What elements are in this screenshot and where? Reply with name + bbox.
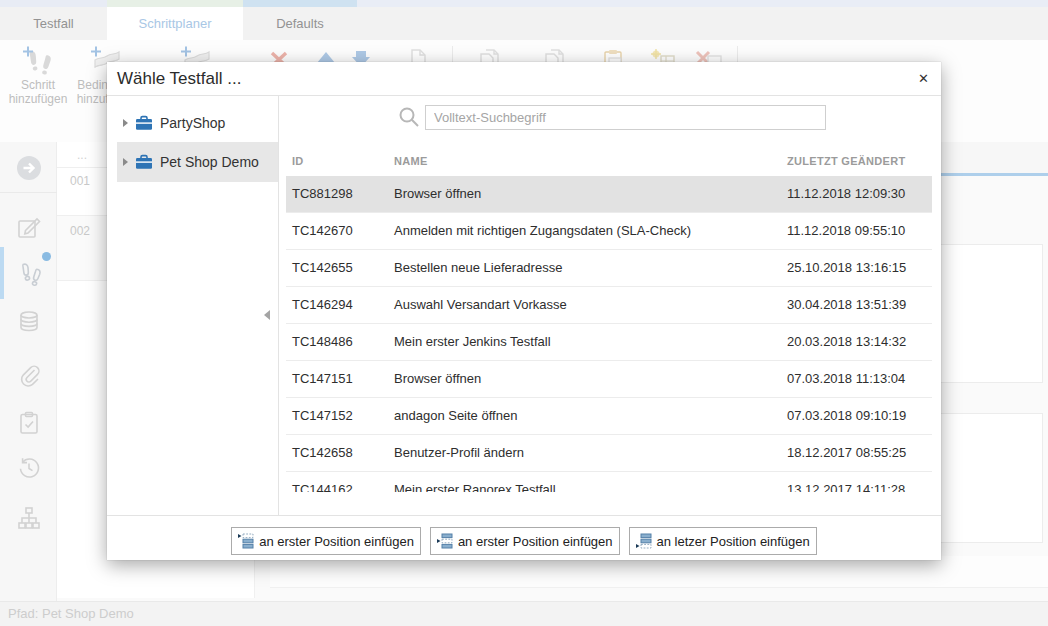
insert-last-position-button[interactable]: an letzer Position einfügen	[629, 527, 817, 555]
table-row[interactable]: TC144162Mein erster Ranorex Testfall13.1…	[286, 472, 932, 492]
status-bar: Pfad: Pet Shop Demo	[0, 601, 1048, 626]
search-icon	[398, 106, 420, 128]
tree-item-petshopdemo[interactable]: Pet Shop Demo	[117, 142, 278, 182]
insert-first-position-button[interactable]: an erster Position einfügen	[231, 527, 421, 555]
insert-before-position-button[interactable]: an erster Position einfügen	[430, 527, 620, 555]
tab-bar: Testfall Schrittplaner Defaults	[0, 7, 1048, 40]
checklist-icon[interactable]	[16, 410, 42, 436]
left-sidebar	[0, 142, 57, 601]
caret-icon[interactable]	[123, 158, 128, 166]
tab-color-strip	[0, 0, 1048, 7]
toolbar-add-step-button[interactable]: Schritthinzufügen	[4, 40, 72, 106]
steps-icon[interactable]	[16, 260, 42, 286]
sidebar-active-indicator	[0, 247, 4, 299]
dialog-titlebar: Wähle Testfall ... ✕	[107, 62, 941, 96]
tab-color-testfall	[0, 0, 107, 7]
table-row[interactable]: TC142670Anmelden mit richtigen Zugangsda…	[286, 213, 932, 250]
attachment-icon[interactable]	[16, 362, 42, 388]
tab-schrittplaner[interactable]: Schrittplaner	[107, 7, 243, 40]
dialog-body: PartyShop Pet Shop Demo ID NAME ZULETZT …	[107, 96, 941, 515]
add-step-label: Schritthinzufügen	[4, 78, 72, 106]
table-row[interactable]: TC147152andagon Seite öffnen07.03.2018 0…	[286, 398, 932, 435]
close-icon[interactable]: ✕	[918, 71, 929, 86]
insert-bottom-icon	[636, 533, 652, 549]
tab-color-schrittplaner	[107, 0, 243, 7]
data-icon[interactable]	[16, 309, 42, 335]
tree-item-partyshop[interactable]: PartyShop	[117, 104, 278, 142]
status-path: Pfad: Pet Shop Demo	[8, 606, 134, 621]
insert-top-icon	[238, 533, 254, 549]
sidebar-divider	[0, 192, 57, 193]
table-row[interactable]: TC148486Mein erster Jenkins Testfall20.0…	[286, 324, 932, 361]
tab-color-defaults	[243, 0, 357, 7]
table-row[interactable]: TC146294Auswahl Versandart Vorkasse30.04…	[286, 287, 932, 324]
column-id: ID	[292, 147, 304, 176]
choose-testcase-dialog: Wähle Testfall ... ✕ PartyShop Pet Shop …	[107, 62, 941, 560]
briefcase-icon	[135, 115, 153, 131]
run-icon[interactable]	[16, 155, 42, 181]
tree-item-label: PartyShop	[160, 115, 225, 131]
testcase-table: TC881298Browser öffnen11.12.2018 12:09:3…	[286, 176, 932, 492]
insert-middle-icon	[437, 533, 453, 549]
tab-defaults-label: Defaults	[276, 16, 324, 31]
table-row[interactable]: TC142658Benutzer-Profil ändern18.12.2017…	[286, 435, 932, 472]
table-row[interactable]: TC147151Browser öffnen07.03.2018 11:13:0…	[286, 361, 932, 398]
tab-schrittplaner-label: Schrittplaner	[139, 16, 212, 31]
tree-item-label: Pet Shop Demo	[160, 154, 259, 170]
background-panel-footer	[270, 556, 1048, 588]
history-icon[interactable]	[16, 455, 42, 481]
tab-defaults[interactable]: Defaults	[243, 7, 357, 40]
table-row[interactable]: TC142655Bestellen neue Lieferadresse25.1…	[286, 250, 932, 287]
project-tree: PartyShop Pet Shop Demo	[107, 96, 279, 515]
caret-icon[interactable]	[123, 119, 128, 127]
briefcase-icon	[135, 154, 153, 170]
dialog-title: Wähle Testfall ...	[117, 69, 241, 89]
column-date: ZULETZT GEÄNDERT	[787, 147, 905, 176]
dialog-footer: an erster Position einfügen an erster Po…	[107, 515, 941, 560]
column-name: NAME	[394, 147, 428, 176]
tab-testfall-label: Testfall	[33, 16, 73, 31]
collapse-tree-icon[interactable]	[264, 310, 270, 320]
background-row-002: 002	[65, 224, 90, 238]
table-header: ID NAME ZULETZT GEÄNDERT	[286, 147, 932, 176]
search-input[interactable]	[425, 105, 826, 130]
app-window: Testfall Schrittplaner Defaults	[0, 0, 1048, 626]
hierarchy-icon[interactable]	[16, 505, 42, 531]
background-column-header: ...	[77, 148, 87, 162]
edit-icon[interactable]	[16, 215, 42, 241]
add-step-icon	[4, 40, 72, 78]
tab-testfall[interactable]: Testfall	[0, 7, 107, 40]
table-row[interactable]: TC881298Browser öffnen11.12.2018 12:09:3…	[286, 176, 932, 213]
background-row-001: 001	[65, 174, 90, 188]
